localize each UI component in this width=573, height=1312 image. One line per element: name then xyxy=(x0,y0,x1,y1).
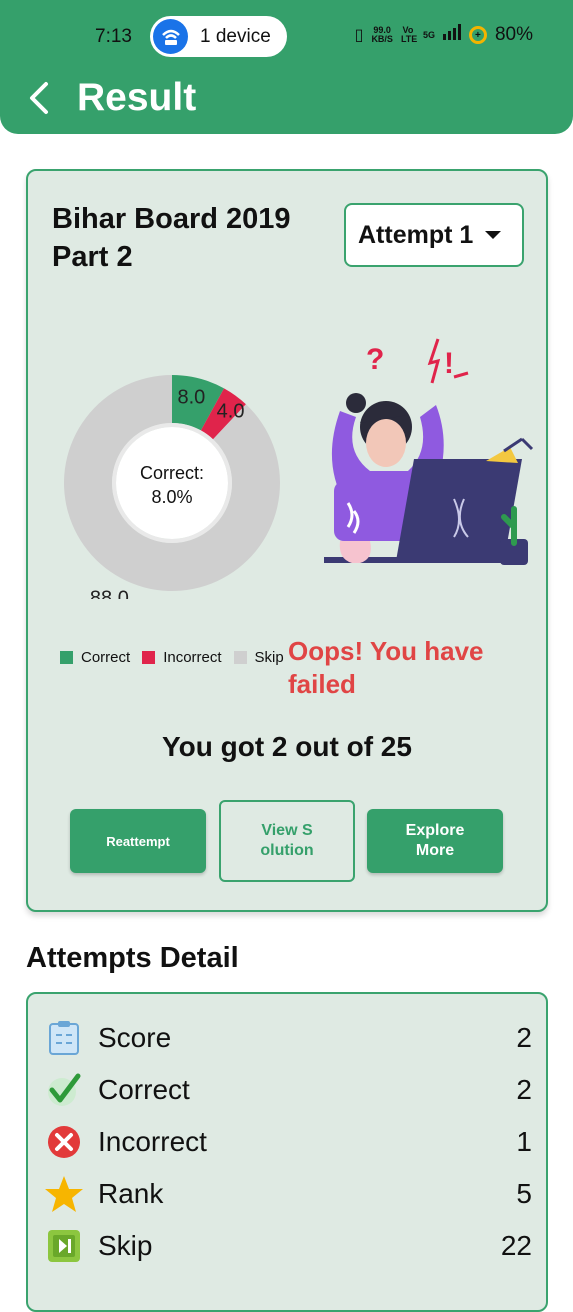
legend-label: Skip xyxy=(254,648,284,666)
legend-swatch xyxy=(233,650,247,664)
detail-row-correct: Correct 2 xyxy=(44,1070,532,1110)
legend-item-incorrect: Incorrect xyxy=(142,648,222,666)
legend-swatch xyxy=(60,650,73,664)
device-count: 1 device xyxy=(200,25,271,47)
caret-down-icon xyxy=(485,231,502,239)
clipboard-icon xyxy=(44,1018,84,1058)
attempt-selected: Attempt 1 xyxy=(358,220,474,249)
detail-label: Rank xyxy=(98,1178,164,1209)
page-title: Result xyxy=(77,76,197,119)
skip-icon xyxy=(44,1226,84,1266)
device-pill[interactable]: 1 device xyxy=(150,16,287,57)
detail-row-skip: Skip 22 xyxy=(44,1226,532,1266)
detail-row-incorrect: Incorrect 1 xyxy=(44,1122,532,1162)
detail-row-score: Score 2 xyxy=(44,1018,532,1058)
detail-label: Correct xyxy=(98,1074,190,1105)
detail-value: 5 xyxy=(516,1178,532,1209)
svg-text:?: ? xyxy=(366,343,384,376)
svg-text:!: ! xyxy=(444,347,454,380)
donut-data-label: 8.0 xyxy=(177,386,205,408)
explore-more-button[interactable]: Explore More xyxy=(367,809,503,873)
fail-message: Oops! You have failed xyxy=(288,636,484,699)
score-summary: You got 2 out of 25 xyxy=(162,731,412,762)
back-button[interactable] xyxy=(24,78,54,118)
detail-value: 1 xyxy=(516,1126,532,1157)
donut-center-label: Correct: xyxy=(140,463,204,483)
battery-level: 80% xyxy=(494,24,533,45)
battery-icon: + xyxy=(468,26,487,44)
view-solution-label: View Solution xyxy=(260,822,314,859)
cross-circle-icon xyxy=(44,1122,84,1162)
attempt-dropdown[interactable]: Attempt 1 xyxy=(344,203,524,267)
hotspot-icon xyxy=(153,19,188,54)
detail-value: 2 xyxy=(516,1074,532,1105)
attempts-detail-heading: Attempts Detail xyxy=(26,942,239,974)
detail-row-rank: Rank 5 xyxy=(44,1174,532,1214)
status-time: 7:13 xyxy=(95,26,132,47)
volte-icon: Vo LTE xyxy=(400,25,418,44)
chart-legend: Correct Incorrect Skip xyxy=(60,647,292,667)
status-bar: 7:13 1 device ▯ 99.0 KB/S Vo LTE 5G + 80% xyxy=(0,0,573,72)
legend-label: Incorrect xyxy=(163,648,222,666)
detail-label: Skip xyxy=(98,1230,153,1261)
net-speed: 99.0 KB/S xyxy=(371,25,393,44)
legend-item-skip: Skip xyxy=(233,648,284,666)
legend-swatch xyxy=(142,650,156,664)
network-label: 5G xyxy=(422,29,435,40)
signal-icon xyxy=(442,24,461,46)
detail-value: 22 xyxy=(500,1230,532,1261)
attempts-detail-card: Score 2 Correct 2 Incorrect 1 Rank 5 Ski… xyxy=(26,992,548,1312)
donut-center-value: 8.0% xyxy=(151,487,192,507)
result-card: Bihar Board 2019 Part 2 Attempt 1 8.0 4.0… xyxy=(26,169,548,912)
legend-item-correct: Correct xyxy=(60,649,130,666)
stressed-person-illustration: ? ! xyxy=(324,338,534,565)
view-solution-button[interactable]: View Solution xyxy=(219,800,355,882)
result-donut-chart: 8.0 4.0 88.0 Correct: 8.0% xyxy=(64,375,281,599)
reattempt-label: Reattempt xyxy=(106,833,170,849)
test-title: Bihar Board 2019 Part 2 xyxy=(52,203,291,273)
donut-data-label: 88.0 xyxy=(90,587,129,599)
detail-label: Incorrect xyxy=(98,1126,207,1157)
donut-hole xyxy=(116,427,228,539)
legend-label: Correct xyxy=(81,648,131,666)
vibrate-icon: ▯ xyxy=(354,27,364,44)
status-icons: ▯ 99.0 KB/S Vo LTE 5G + 80% xyxy=(355,24,533,46)
star-icon xyxy=(44,1174,84,1214)
chevron-left-icon xyxy=(30,82,48,114)
reattempt-button[interactable]: Reattempt xyxy=(70,809,206,873)
detail-label: Score xyxy=(98,1022,172,1053)
explore-more-label: Explore More xyxy=(405,822,465,859)
app-bar: 7:13 1 device ▯ 99.0 KB/S Vo LTE 5G + 80%… xyxy=(0,0,573,134)
checkmark-icon xyxy=(44,1070,84,1110)
detail-value: 2 xyxy=(516,1022,532,1053)
donut-data-label: 4.0 xyxy=(217,400,245,422)
